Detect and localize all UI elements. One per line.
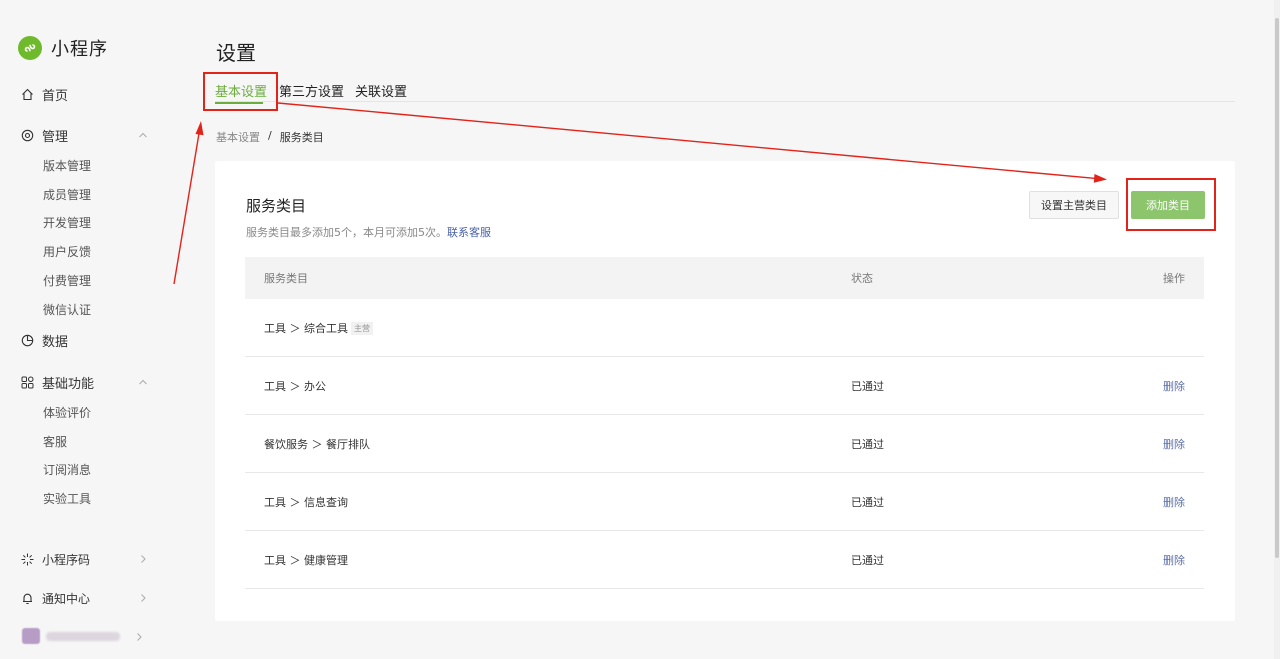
settings-icon (20, 128, 34, 142)
table-row: 工具 ＞ 综合工具 主营 (245, 299, 1204, 357)
chevron-up-icon (139, 379, 147, 385)
sidebar-item-service[interactable]: 客服 (43, 433, 67, 451)
chevron-right-icon (141, 555, 146, 563)
delete-link[interactable]: 删除 (1163, 436, 1185, 452)
sidebar-item-payment[interactable]: 付费管理 (43, 272, 91, 290)
sidebar-item-members[interactable]: 成员管理 (43, 186, 91, 204)
delete-link[interactable]: 删除 (1163, 552, 1185, 568)
page-scrollbar[interactable] (1274, 0, 1280, 659)
breadcrumb-current: 服务类目 (279, 131, 324, 144)
scrollbar-thumb[interactable] (1275, 18, 1279, 558)
card-title: 服务类目 (246, 197, 307, 215)
sidebar-item-review[interactable]: 体验评价 (43, 404, 91, 422)
table-row: 工具 ＞ 办公 已通过 删除 (245, 357, 1204, 415)
breadcrumb: 基本设置 / 服务类目 (216, 129, 324, 145)
sidebar-item-feedback[interactable]: 用户反馈 (43, 243, 91, 261)
grid-icon (20, 375, 34, 389)
sparkle-icon (20, 552, 34, 566)
chevron-right-icon (137, 633, 142, 641)
annotation-arrowhead-up (195, 121, 204, 136)
table-header: 服务类目 状态 操作 (245, 257, 1204, 299)
category-path: 工具 ＞ 办公 (264, 379, 326, 393)
tab-bar: 基本设置 第三方设置 关联设置 (215, 80, 1235, 104)
sidebar-item-notice[interactable]: 通知中心 (20, 588, 156, 608)
home-icon (20, 87, 34, 101)
table-row: 工具 ＞ 信息查询 已通过 删除 (245, 473, 1204, 531)
breadcrumb-parent[interactable]: 基本设置 (216, 129, 260, 145)
miniprogram-logo-icon (18, 36, 42, 60)
column-header-action: 操作 (1163, 272, 1185, 285)
sidebar-item-experiment[interactable]: 实验工具 (43, 490, 91, 508)
account-menu[interactable] (22, 627, 152, 645)
sidebar-item-data[interactable]: 数据 (20, 330, 156, 350)
tab-third-party-settings[interactable]: 第三方设置 (279, 81, 344, 100)
bell-icon (20, 591, 34, 605)
category-path: 工具 ＞ 信息查询 (264, 495, 348, 509)
sidebar-item-label: 通知中心 (42, 591, 91, 606)
app-title: 小程序 (51, 39, 108, 60)
sidebar-item-dev[interactable]: 开发管理 (43, 214, 91, 232)
annotation-box-add-button (1126, 178, 1216, 231)
set-main-category-button[interactable]: 设置主营类目 (1029, 191, 1119, 219)
sidebar-item-basic-features[interactable]: 基础功能 (20, 372, 156, 392)
avatar (22, 628, 40, 644)
service-category-card: 服务类目 服务类目最多添加5个，本月可添加5次。联系客服 设置主营类目 添加类目… (215, 161, 1235, 621)
tab-link-settings[interactable]: 关联设置 (355, 81, 407, 100)
sidebar-item-label: 基础功能 (42, 376, 95, 392)
pie-chart-icon (20, 333, 34, 347)
sidebar-item-qrcode[interactable]: 小程序码 (20, 549, 156, 569)
sidebar-item-label: 数据 (42, 334, 69, 350)
sidebar-item-label: 管理 (42, 129, 69, 145)
main-category-badge: 主营 (351, 321, 373, 335)
breadcrumb-separator: / (268, 129, 272, 142)
column-header-status: 状态 (851, 272, 873, 285)
page-title: 设置 (216, 41, 256, 65)
delete-link[interactable]: 删除 (1163, 494, 1185, 510)
sidebar-item-label: 首页 (42, 88, 69, 104)
sidebar-item-manage[interactable]: 管理 (20, 125, 156, 145)
sidebar-item-version[interactable]: 版本管理 (43, 157, 91, 175)
status-cell: 已通过 (851, 379, 884, 393)
contact-support-link[interactable]: 联系客服 (447, 226, 491, 239)
app-logo[interactable]: 小程序 (18, 36, 108, 60)
card-description-text: 服务类目最多添加5个，本月可添加5次。 (246, 226, 447, 239)
sidebar-item-wechat-auth[interactable]: 微信认证 (43, 301, 91, 319)
sidebar-item-home[interactable]: 首页 (20, 84, 156, 104)
category-path: 餐饮服务 ＞ 餐厅排队 (264, 437, 370, 451)
table-row: 工具 ＞ 健康管理 已通过 删除 (245, 531, 1204, 589)
chevron-up-icon (139, 132, 147, 138)
delete-link[interactable]: 删除 (1163, 378, 1185, 394)
sidebar-item-subscribe[interactable]: 订阅消息 (43, 461, 91, 479)
table-row: 餐饮服务 ＞ 餐厅排队 已通过 删除 (245, 415, 1204, 473)
column-header-category: 服务类目 (264, 272, 308, 285)
category-cell: 工具 ＞ 综合工具 主营 (264, 320, 373, 336)
status-cell: 已通过 (851, 437, 884, 451)
account-name-redacted (46, 631, 120, 641)
card-description: 服务类目最多添加5个，本月可添加5次。联系客服 (246, 224, 491, 240)
category-table: 服务类目 状态 操作 工具 ＞ 综合工具 主营 工具 ＞ 办公 已通过 删除 餐饮… (245, 257, 1204, 589)
annotation-box-tab (203, 72, 278, 111)
status-cell: 已通过 (851, 553, 884, 567)
status-cell: 已通过 (851, 495, 884, 509)
category-path: 工具 ＞ 综合工具 (264, 321, 348, 335)
sidebar-item-label: 小程序码 (42, 552, 91, 567)
sidebar: 小程序 首页 管理 版本管理 成员管理 开发管理 用户反馈 付费管理 微信认证 … (0, 0, 180, 659)
category-path: 工具 ＞ 健康管理 (264, 553, 348, 567)
chevron-right-icon (141, 594, 146, 602)
